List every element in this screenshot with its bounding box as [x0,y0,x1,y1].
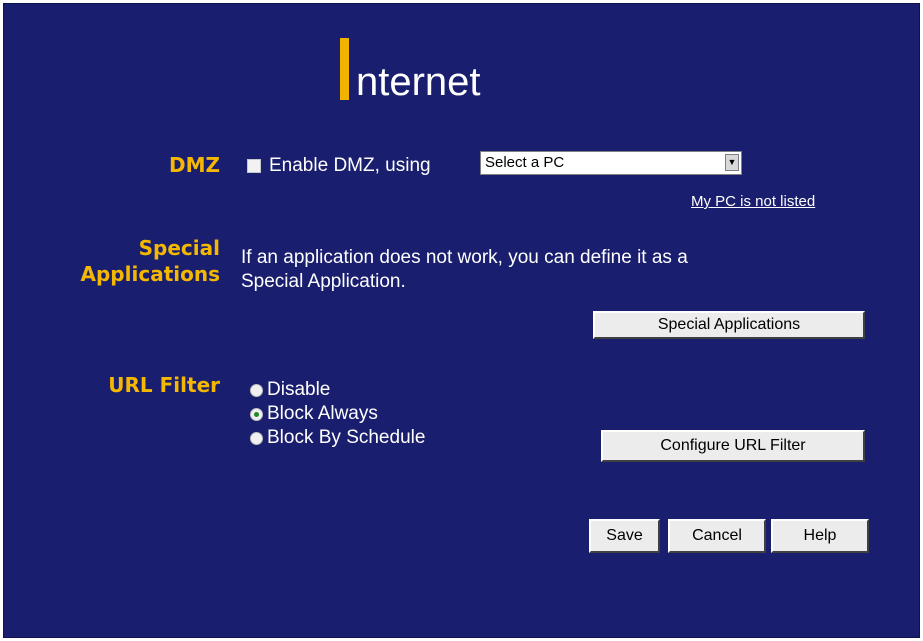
special-applications-label: Special Applications [44,235,220,287]
special-applications-label-line2: Applications [80,262,220,286]
url-filter-label: URL Filter [108,373,220,397]
url-filter-block-by-schedule-label: Block By Schedule [267,427,426,448]
url-filter-disable-radio[interactable] [250,384,263,397]
special-applications-button[interactable]: Special Applications [593,311,865,339]
configure-url-filter-button[interactable]: Configure URL Filter [601,430,865,462]
dmz-pc-select-value: Select a PC [485,154,565,171]
help-button[interactable]: Help [771,519,869,553]
enable-dmz-label: Enable DMZ, using [269,155,431,176]
title-accent-bar [340,38,349,100]
save-button[interactable]: Save [589,519,660,553]
special-applications-description-line2: Special Application. [241,271,406,292]
special-applications-description-line1: If an application does not work, you can… [241,247,688,268]
my-pc-not-listed-link[interactable]: My PC is not listed [691,193,815,211]
url-filter-block-by-schedule-radio[interactable] [250,432,263,445]
chevron-down-icon[interactable]: ▼ [725,154,739,171]
special-applications-description: If an application does not work, you can… [241,246,688,294]
url-filter-disable-label: Disable [267,379,331,400]
enable-dmz-checkbox[interactable] [247,159,261,173]
url-filter-block-always-label: Block Always [267,403,378,424]
internet-settings-panel: nternet DMZ Enable DMZ, using Select a P… [3,3,920,638]
dmz-pc-select[interactable]: Select a PC ▼ [480,151,742,175]
special-applications-label-line1: Special [138,236,220,260]
page-title: nternet [340,38,481,104]
url-filter-block-always-radio[interactable] [250,408,263,421]
dmz-label: DMZ [168,153,220,177]
cancel-button[interactable]: Cancel [668,519,766,553]
page-title-text: nternet [356,60,481,104]
